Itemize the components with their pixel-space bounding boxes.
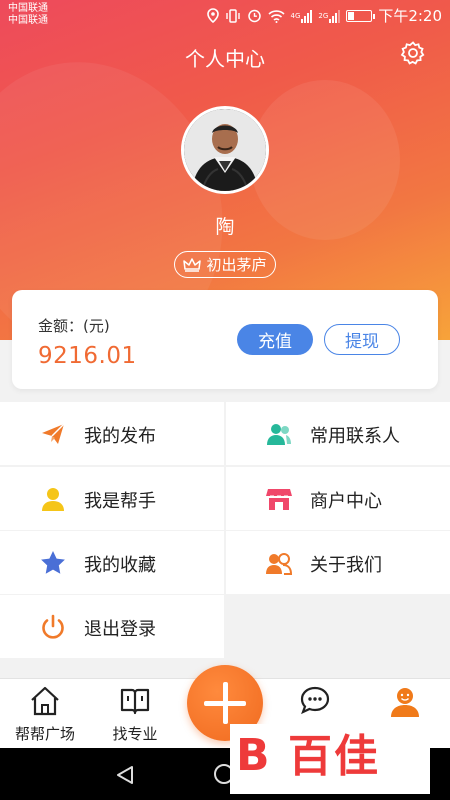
carrier-info: 中国联通 中国联通 xyxy=(8,3,48,27)
balance-card: 金额：(元) 9216.01 充值 提现 xyxy=(12,290,438,389)
menu-item-merchant[interactable]: 商户中心 xyxy=(226,467,450,530)
menu-item-label: 关于我们 xyxy=(310,555,382,576)
menu-item-helper[interactable]: 我是帮手 xyxy=(0,467,224,530)
wifi-icon xyxy=(267,9,285,23)
level-badge: 初出茅庐 xyxy=(174,251,276,278)
carrier-1: 中国联通 xyxy=(8,3,48,14)
alarm-icon xyxy=(247,9,261,23)
location-icon xyxy=(206,8,219,23)
person-icon xyxy=(42,488,64,511)
carrier-2: 中国联通 xyxy=(8,15,48,26)
back-icon[interactable] xyxy=(116,765,134,785)
withdraw-button[interactable]: 提现 xyxy=(324,324,400,355)
chat-icon xyxy=(300,686,330,715)
gear-icon[interactable] xyxy=(400,40,426,66)
watermark-text: 百佳 xyxy=(288,731,380,782)
vibrate-icon xyxy=(225,8,240,23)
recharge-button[interactable]: 充值 xyxy=(237,324,313,355)
menu-item-my-posts[interactable]: 我的发布 xyxy=(0,402,224,465)
menu-item-about[interactable]: 关于我们 xyxy=(226,531,450,594)
menu-item-favorites[interactable]: 我的收藏 xyxy=(0,531,224,594)
tab-find-pro[interactable]: 找专业 xyxy=(90,679,180,749)
book-icon xyxy=(120,688,150,715)
power-icon xyxy=(42,614,64,639)
menu-item-label: 退出登录 xyxy=(84,619,156,640)
signal-icon xyxy=(301,9,313,23)
tab-square[interactable]: 帮帮广场 xyxy=(0,679,90,749)
username: 陶 xyxy=(215,216,235,238)
menu-item-label: 常用联系人 xyxy=(310,426,400,447)
network-type-1: 4G xyxy=(290,11,301,20)
avatar[interactable] xyxy=(181,106,269,194)
tab-label: 找专业 xyxy=(112,725,158,743)
status-time: 下午2:20 xyxy=(378,7,442,25)
profile-icon xyxy=(391,688,419,717)
balance-label: 金额：(元) xyxy=(38,317,110,335)
paper-plane-icon xyxy=(42,423,65,444)
watermark-mark: B xyxy=(236,730,270,781)
menu-item-label: 我的发布 xyxy=(84,426,156,447)
menu-item-label: 我的收藏 xyxy=(84,555,156,576)
page-title: 个人中心 xyxy=(185,47,265,71)
menu-item-label: 商户中心 xyxy=(310,491,382,512)
menu-item-contacts[interactable]: 常用联系人 xyxy=(226,402,450,465)
signal-icon xyxy=(329,9,341,23)
network-type-2: 2G xyxy=(318,11,329,20)
status-bar: 中国联通 中国联通 4G 2G 下午2:20 xyxy=(0,0,450,32)
star-icon xyxy=(41,551,65,574)
contacts-icon xyxy=(267,424,291,445)
home-icon xyxy=(31,686,59,716)
crown-icon xyxy=(183,257,202,272)
tab-label: 帮帮广场 xyxy=(14,725,75,743)
balance-value: 9216.01 xyxy=(38,343,137,369)
group-icon xyxy=(266,553,292,575)
status-icons: 4G 2G 下午2:20 xyxy=(206,5,442,26)
badge-label: 初出茅庐 xyxy=(206,256,267,274)
watermark-logo: B 百佳 xyxy=(230,724,430,794)
menu-item-logout[interactable]: 退出登录 xyxy=(0,595,224,658)
menu-item-label: 我是帮手 xyxy=(84,491,156,512)
shop-icon xyxy=(266,489,292,510)
battery-icon xyxy=(346,9,376,22)
